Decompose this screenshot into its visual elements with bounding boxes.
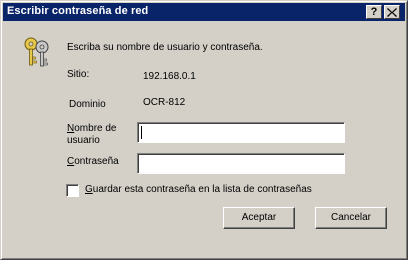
close-button[interactable] [384, 5, 400, 19]
keys-icon [24, 37, 49, 67]
accept-button[interactable]: Aceptar [223, 207, 295, 229]
password-input[interactable] [137, 153, 345, 174]
text-cursor [141, 126, 142, 139]
username-label: Nombre de usuario [67, 123, 117, 146]
save-password-checkbox[interactable] [66, 184, 79, 197]
title-bar: Escribir contraseña de red ? [3, 3, 405, 21]
domain-label: Dominio [69, 99, 106, 110]
dialog-title: Escribir contraseña de red [7, 5, 149, 17]
login-dialog: Escribir contraseña de red ? Escriba su … [0, 0, 408, 260]
close-icon [387, 8, 397, 17]
domain-value: OCR-812 [143, 97, 186, 108]
help-button[interactable]: ? [366, 5, 382, 19]
cancel-button[interactable]: Cancelar [315, 207, 387, 229]
username-input[interactable] [137, 122, 345, 143]
save-password-label[interactable]: Guardar esta contraseña en la lista de c… [85, 184, 312, 195]
site-value: 192.168.0.1 [143, 71, 196, 82]
instruction-text: Escriba su nombre de usuario y contraseñ… [67, 42, 263, 53]
password-label: Contraseña [67, 156, 119, 167]
site-label: Sitio: [67, 69, 90, 80]
